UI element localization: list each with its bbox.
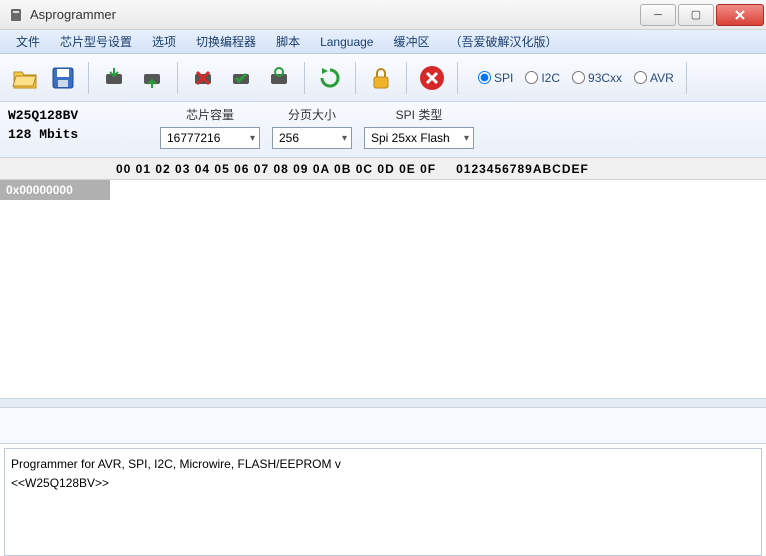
spitype-group: SPI 类型 Spi 25xx Flash <box>364 106 474 153</box>
hex-row[interactable]: 0x00000000 <box>0 180 766 200</box>
maximize-button[interactable]: ▢ <box>678 4 714 26</box>
mid-panel <box>0 408 766 444</box>
hex-offset: 0x00000000 <box>0 180 110 200</box>
radio-93cxx[interactable]: 93Cxx <box>568 71 626 85</box>
open-button[interactable] <box>8 61 42 95</box>
menu-chip-settings[interactable]: 芯片型号设置 <box>50 30 142 53</box>
app-icon <box>8 7 24 23</box>
menu-options[interactable]: 选项 <box>142 30 186 53</box>
chip-blank-button[interactable] <box>262 61 296 95</box>
capacity-group: 芯片容量 16777216 <box>160 106 260 153</box>
chip-info: W25Q128BV 128 Mbits <box>8 106 148 153</box>
cancel-button[interactable] <box>415 61 449 95</box>
hex-view[interactable]: 0x00000000 <box>0 180 766 398</box>
chip-name: W25Q128BV <box>8 108 148 123</box>
spitype-label: SPI 类型 <box>396 106 443 123</box>
toolbar-separator <box>355 62 356 94</box>
reload-button[interactable] <box>313 61 347 95</box>
close-button[interactable] <box>716 4 764 26</box>
menubar: 文件 芯片型号设置 选项 切换编程器 脚本 Language 缓冲区 （吾爱破解… <box>0 30 766 54</box>
log-line: Programmer for AVR, SPI, I2C, Microwire,… <box>11 455 755 474</box>
pagesize-combo[interactable]: 256 <box>272 127 352 149</box>
window-title: Asprogrammer <box>30 7 640 22</box>
minimize-button[interactable]: ─ <box>640 4 676 26</box>
toolbar-separator <box>177 62 178 94</box>
hex-header: 00 01 02 03 04 05 06 07 08 09 0A 0B 0C 0… <box>0 158 766 180</box>
toolbar-separator <box>304 62 305 94</box>
radio-avr[interactable]: AVR <box>630 71 678 85</box>
capacity-label: 芯片容量 <box>186 106 234 123</box>
menu-script[interactable]: 脚本 <box>266 30 310 53</box>
chip-write-button[interactable] <box>135 61 169 95</box>
toolbar-separator <box>406 62 407 94</box>
toolbar: SPI I2C 93Cxx AVR <box>0 54 766 102</box>
log-area[interactable]: Programmer for AVR, SPI, I2C, Microwire,… <box>4 448 762 556</box>
hex-ascii-header: 0123456789ABCDEF <box>456 162 589 176</box>
protocol-radio-group: SPI I2C 93Cxx AVR <box>474 71 678 85</box>
chip-verify-button[interactable] <box>224 61 258 95</box>
radio-spi[interactable]: SPI <box>474 71 517 85</box>
pagesize-group: 分页大小 256 <box>272 106 352 153</box>
menu-file[interactable]: 文件 <box>6 30 50 53</box>
chip-size: 128 Mbits <box>8 127 148 142</box>
menu-translation-note: （吾爱破解汉化版） <box>439 30 567 53</box>
chip-read-button[interactable] <box>97 61 131 95</box>
pagesize-label: 分页大小 <box>288 106 336 123</box>
save-button[interactable] <box>46 61 80 95</box>
radio-i2c[interactable]: I2C <box>521 71 564 85</box>
toolbar-separator <box>457 62 458 94</box>
lock-button[interactable] <box>364 61 398 95</box>
splitter[interactable] <box>0 398 766 408</box>
menu-switch-programmer[interactable]: 切换编程器 <box>186 30 266 53</box>
spitype-combo[interactable]: Spi 25xx Flash <box>364 127 474 149</box>
capacity-combo[interactable]: 16777216 <box>160 127 260 149</box>
titlebar: Asprogrammer ─ ▢ <box>0 0 766 30</box>
menu-buffer[interactable]: 缓冲区 <box>383 30 439 53</box>
toolbar-separator <box>88 62 89 94</box>
config-row: W25Q128BV 128 Mbits 芯片容量 16777216 分页大小 2… <box>0 102 766 158</box>
toolbar-separator <box>686 62 687 94</box>
hex-columns-header: 00 01 02 03 04 05 06 07 08 09 0A 0B 0C 0… <box>110 162 436 176</box>
log-line: <<W25Q128BV>> <box>11 474 755 493</box>
window-controls: ─ ▢ <box>640 4 764 26</box>
hex-editor: 00 01 02 03 04 05 06 07 08 09 0A 0B 0C 0… <box>0 158 766 398</box>
menu-language[interactable]: Language <box>310 32 383 52</box>
chip-erase-button[interactable] <box>186 61 220 95</box>
